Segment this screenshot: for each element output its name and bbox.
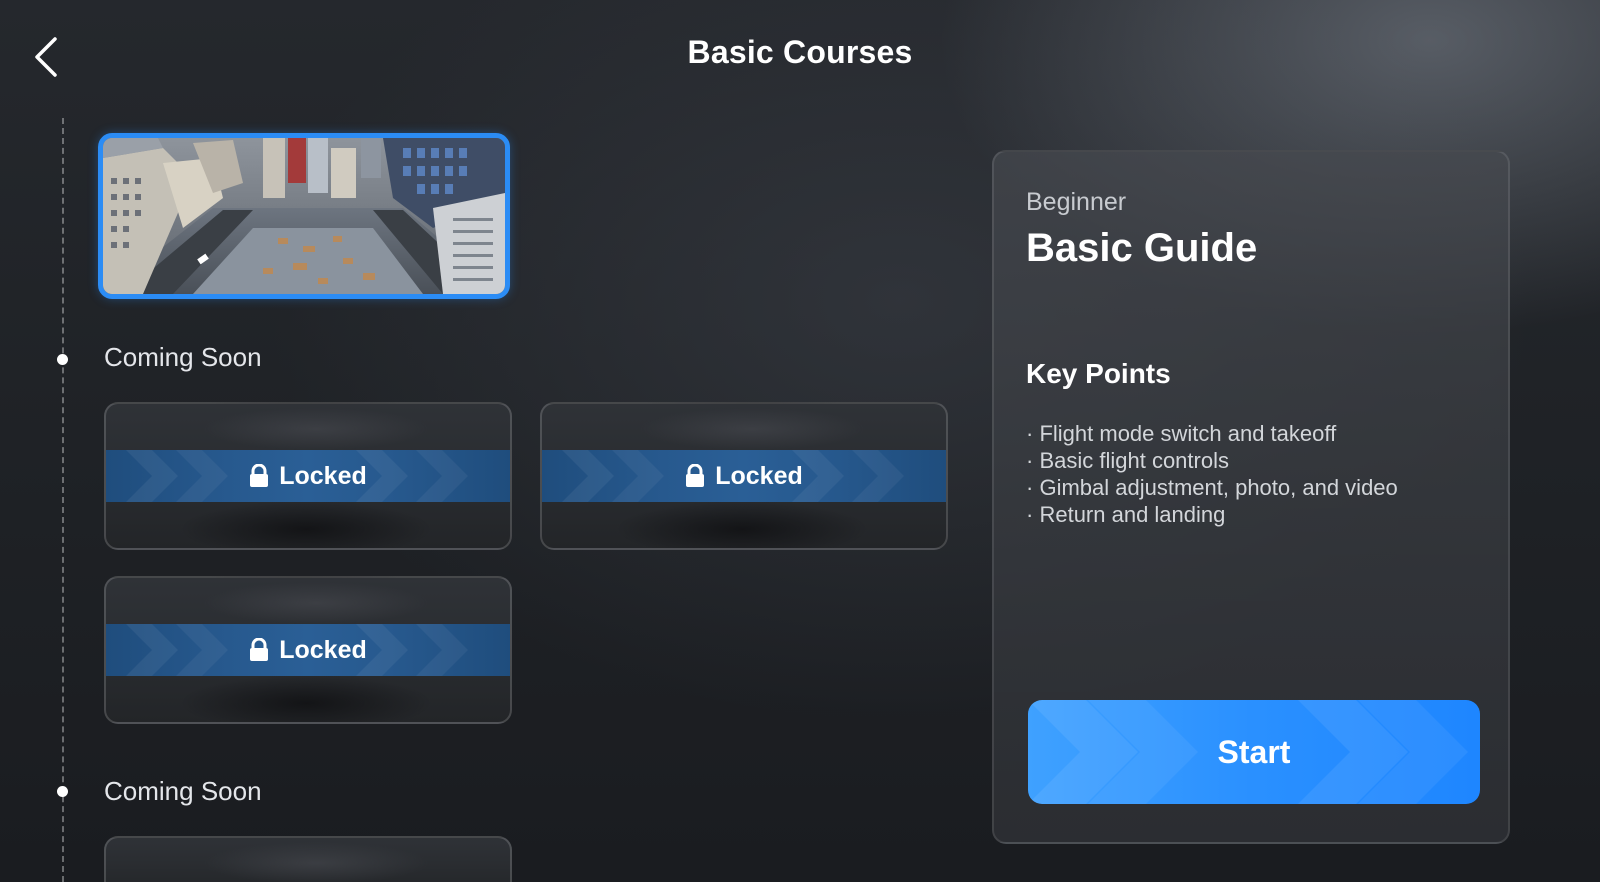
chevron-decor-icon [126, 450, 178, 502]
course-level: Beginner [1026, 188, 1127, 216]
chevron-decor-icon [1358, 700, 1468, 804]
section-label-coming-soon: Coming Soon [104, 776, 262, 806]
chevron-decor-icon [416, 450, 468, 502]
key-points-heading: Key Points [1026, 358, 1171, 389]
locked-banner: Locked [542, 450, 946, 502]
section-label-coming-soon: Coming Soon [104, 342, 262, 372]
chevron-decor-icon [612, 450, 664, 502]
page-title-text: Basic Courses [687, 34, 913, 70]
timeline-dot [57, 786, 68, 797]
key-point-item: Return and landing [1026, 501, 1398, 528]
timeline-line [62, 118, 64, 882]
lock-icon [686, 464, 705, 487]
locked-course-card[interactable]: Locked [540, 402, 948, 550]
lock-icon [250, 638, 269, 661]
chevron-decor-icon [176, 624, 228, 676]
locked-course-card[interactable]: Locked [104, 402, 512, 550]
locked-course-card[interactable]: Locked [104, 576, 512, 724]
chevron-decor-icon [852, 450, 904, 502]
city-aerial-thumbnail [103, 138, 505, 294]
course-card-basic-guide[interactable] [98, 133, 510, 299]
lock-icon [250, 464, 269, 487]
chevron-decor-icon [1088, 700, 1198, 804]
key-point-item: Flight mode switch and takeoff [1026, 420, 1398, 447]
chevron-decor-icon [416, 624, 468, 676]
course-info-panel: Beginner Basic Guide Key Points Flight m… [992, 150, 1510, 844]
start-button-label: Start [1217, 733, 1291, 770]
chevron-decor-icon [126, 624, 178, 676]
locked-course-card[interactable] [104, 836, 512, 882]
start-button[interactable]: Start [1028, 700, 1480, 804]
chevron-decor-icon [562, 450, 614, 502]
locked-label: Locked [279, 461, 367, 490]
locked-label: Locked [715, 461, 803, 490]
timeline-dot [57, 354, 68, 365]
chevron-decor-icon [176, 450, 228, 502]
key-point-item: Gimbal adjustment, photo, and video [1026, 474, 1397, 501]
locked-banner: Locked [106, 624, 510, 676]
locked-label: Locked [279, 635, 367, 664]
key-point-item: Basic flight controls [1026, 447, 1398, 474]
locked-banner: Locked [106, 450, 510, 502]
page-title: Basic Courses [0, 34, 1600, 71]
key-points-list: Flight mode switch and takeoff Basic fli… [1026, 420, 1398, 528]
basic-courses-screen: Basic Courses Coming Soon Locked Locked … [0, 0, 1600, 882]
course-title: Basic Guide [1026, 226, 1258, 270]
